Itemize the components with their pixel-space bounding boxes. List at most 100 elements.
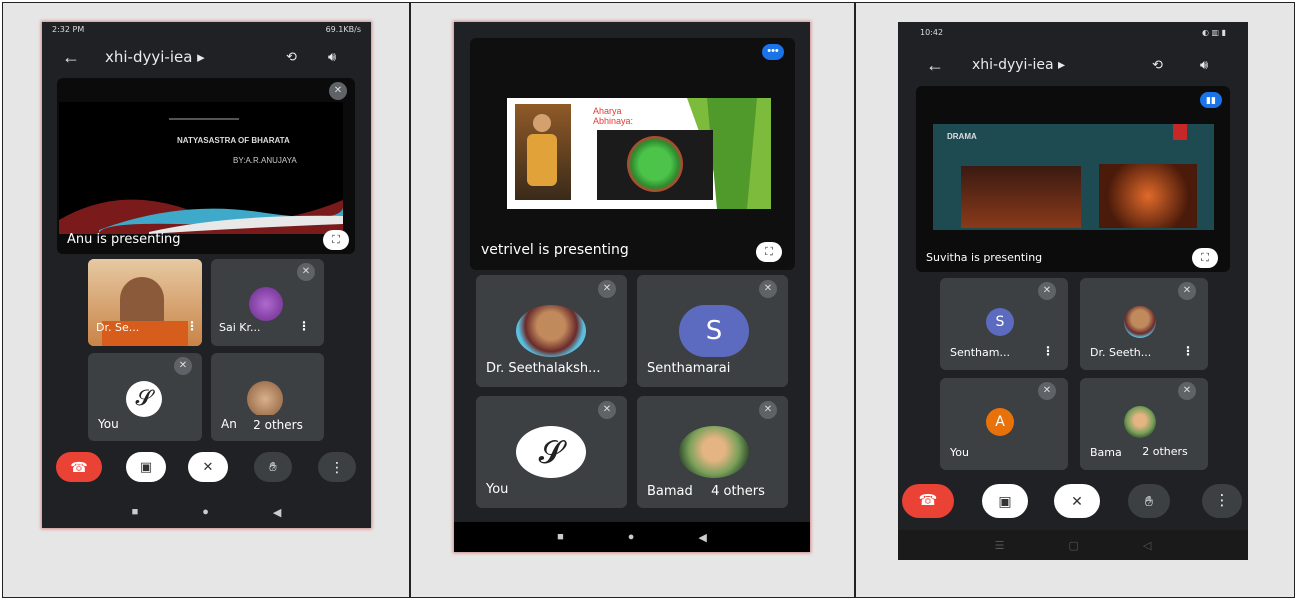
fullscreen-icon[interactable]: ⛶ (323, 230, 349, 250)
status-network: 69.1KB/s (325, 25, 361, 34)
participant-name: You (950, 446, 969, 459)
mic-off-icon: ✕ (598, 280, 616, 298)
slide-heading: Aharya Abhinaya: (593, 106, 633, 126)
participant-avatar: A (986, 408, 1014, 436)
more-options-icon[interactable]: ••• (762, 44, 784, 60)
others-count[interactable]: 4 others (697, 482, 779, 502)
presentation-view: ▮▮ DRAMA Suvitha is presenting ⛶ (916, 86, 1230, 272)
raise-hand-button[interactable]: ✋︎ (254, 452, 292, 482)
mic-off-icon: ✕ (1178, 382, 1196, 400)
end-call-button[interactable]: ☎ (902, 484, 954, 518)
phone-screenshot-1: 2:32 PM 69.1KB/s ← xhi-dyyi-iea ▸ ⟲ 🔊︎ ✕… (42, 22, 371, 528)
speaker-icon[interactable]: 🔊︎ (328, 49, 336, 65)
slide-photo-performer (1099, 164, 1197, 228)
more-vert-icon[interactable]: ⋮ (1182, 344, 1194, 358)
back-nav-icon[interactable]: ◀ (698, 531, 706, 544)
participant-avatar (679, 426, 749, 478)
others-count[interactable]: 2 others (1130, 443, 1200, 461)
mic-off-icon: ✕ (1178, 282, 1196, 300)
participant-tile[interactable]: ✕ Bama 2 others (1080, 378, 1208, 470)
mic-off-icon: ✕ (598, 401, 616, 419)
mic-off-icon: ✕ (174, 357, 192, 375)
slide-wave-graphic (59, 199, 343, 234)
participant-avatar (516, 305, 586, 357)
slide-heading-line-2: Abhinaya: (593, 116, 634, 126)
fullscreen-icon[interactable]: ⛶ (756, 242, 782, 262)
back-arrow-icon[interactable]: ← (926, 55, 944, 76)
switch-camera-icon[interactable]: ⟲ (286, 49, 297, 65)
others-count[interactable]: 2 others (241, 415, 315, 435)
slide-photo-stage (961, 166, 1081, 228)
slide-title: DRAMA (947, 132, 977, 141)
recents-icon[interactable]: ■ (132, 506, 139, 518)
slide-heading-line-1: Aharya (593, 106, 622, 116)
switch-camera-icon[interactable]: ⟲ (1152, 57, 1163, 73)
participant-avatar (1124, 306, 1156, 338)
slide-title: NATYASASTRA OF BHARATA (177, 136, 290, 145)
back-arrow-icon[interactable]: ← (62, 47, 80, 68)
participant-tile[interactable]: ✕ 𝓢 You (476, 396, 627, 508)
camera-off-button[interactable]: ▣ (982, 484, 1028, 518)
participant-name: Senthamarai (647, 361, 731, 376)
slide-accent (1173, 124, 1187, 140)
audio-level-icon: ▮▮ (1200, 92, 1222, 108)
slide-photo-kathakali (597, 130, 713, 200)
presenting-label: vetrivel is presenting (481, 242, 629, 258)
participant-name: You (98, 417, 119, 431)
participant-tile[interactable]: An 2 others (211, 353, 324, 441)
participant-tile[interactable]: ✕ S Sentham... ⋮ (940, 278, 1068, 370)
recents-icon[interactable]: ■ (557, 531, 564, 543)
presenting-label: Suvitha is presenting (926, 251, 1043, 264)
slide: Aharya Abhinaya: (507, 98, 771, 209)
system-nav-bar: ■ ● ◀ (42, 496, 371, 528)
fullscreen-icon[interactable]: ⛶ (1192, 248, 1218, 268)
status-bar: 2:32 PM 69.1KB/s (42, 22, 371, 38)
participant-name: An (221, 417, 237, 431)
mic-off-icon: ✕ (297, 263, 315, 281)
participant-name: You (486, 482, 509, 497)
participant-tile[interactable]: ✕ Sai Kr... ⋮ (211, 259, 324, 346)
camera-off-button[interactable]: ▣ (126, 452, 166, 482)
participant-tile[interactable]: Dr. Se... ⋮ (88, 259, 202, 346)
participant-tile[interactable]: ✕ Bamad 4 others (637, 396, 788, 508)
participant-name: Dr. Se... (96, 321, 140, 334)
slide-photo-dancer (515, 104, 571, 200)
speaker-icon[interactable]: 🔊︎ (1200, 57, 1208, 73)
home-icon[interactable]: ● (628, 531, 635, 543)
back-nav-icon[interactable]: ◁ (1143, 539, 1151, 552)
participant-avatar (249, 287, 283, 321)
end-call-button[interactable]: ☎ (56, 452, 102, 482)
home-icon[interactable]: ▢ (1069, 539, 1079, 552)
participant-avatar: S (986, 308, 1014, 336)
participant-tile[interactable]: ✕ Dr. Seeth... ⋮ (1080, 278, 1208, 370)
slide-line (169, 118, 239, 120)
participant-name: Bamad (647, 484, 693, 499)
home-icon[interactable]: ● (202, 506, 209, 518)
menu-nav-icon[interactable]: ☰ (995, 539, 1005, 552)
participant-name: Dr. Seethalaksh... (486, 361, 601, 376)
participant-avatar: 𝓢 (126, 381, 162, 417)
participant-tile[interactable]: ✕ S Senthamarai (637, 275, 788, 387)
mic-off-button[interactable]: ✕ (1054, 484, 1100, 518)
participant-tile[interactable]: ✕ A You (940, 378, 1068, 470)
participant-name: Bama (1090, 446, 1122, 459)
presenting-label: Anu is presenting (67, 232, 181, 247)
mic-off-button[interactable]: ✕ (188, 452, 228, 482)
back-nav-icon[interactable]: ◀ (273, 506, 281, 519)
slide: NATYASASTRA OF BHARATA BY:A.R.ANUJAYA (59, 102, 343, 234)
meeting-code[interactable]: xhi-dyyi-iea ▸ (105, 48, 205, 66)
mic-off-icon: ✕ (1038, 282, 1056, 300)
app-bar: ← xhi-dyyi-iea ▸ ⟲ 🔊︎ (42, 40, 371, 74)
participant-tile[interactable]: ✕ 𝓢 You (88, 353, 202, 441)
mic-off-icon: ✕ (329, 82, 347, 100)
more-vert-icon[interactable]: ⋮ (186, 319, 198, 333)
more-vert-icon[interactable]: ⋮ (298, 319, 310, 333)
participant-avatar: 𝓢 (516, 426, 586, 478)
participant-avatar (247, 381, 283, 417)
more-vert-icon[interactable]: ⋮ (1042, 344, 1054, 358)
meeting-code[interactable]: xhi-dyyi-iea ▸ (972, 57, 1065, 73)
raise-hand-button[interactable]: ✋︎ (1128, 484, 1170, 518)
more-options-button[interactable]: ⋮ (1202, 484, 1242, 518)
participant-tile[interactable]: ✕ Dr. Seethalaksh... (476, 275, 627, 387)
more-options-button[interactable]: ⋮ (318, 452, 356, 482)
